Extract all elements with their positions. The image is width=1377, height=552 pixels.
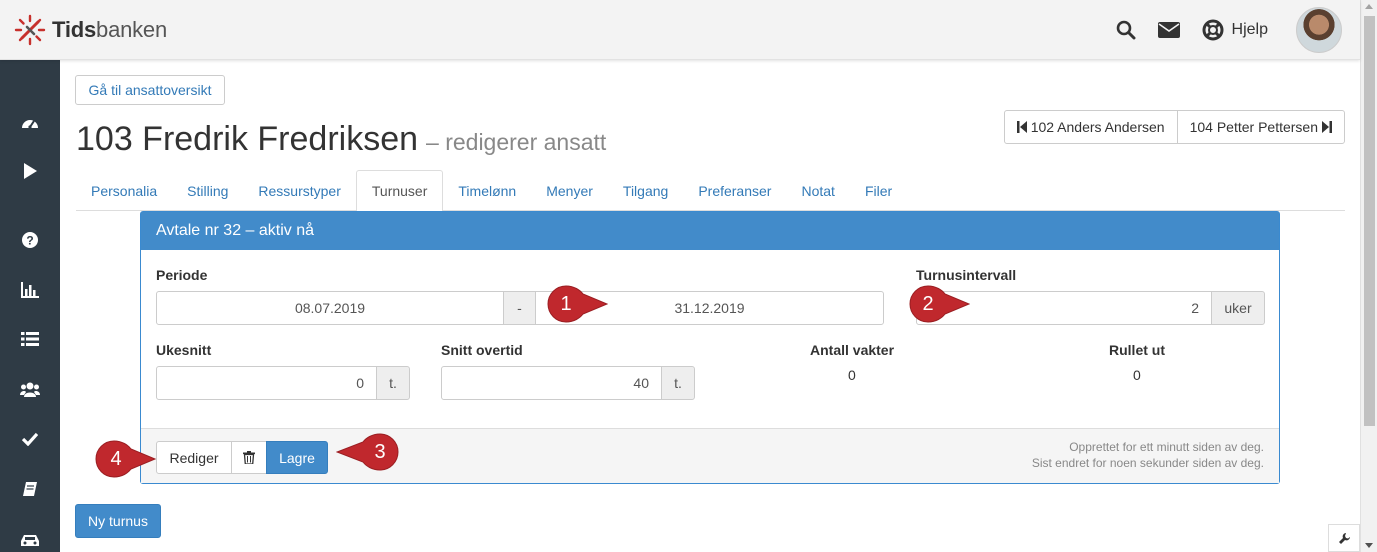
period-label: Periode [156, 267, 208, 283]
save-button[interactable]: Lagre [266, 441, 328, 474]
next-employee-button[interactable]: 104 Petter Pettersen [1176, 111, 1344, 143]
users-icon[interactable] [20, 379, 40, 399]
new-rota-button[interactable]: Ny turnus [75, 504, 161, 538]
callout-2: 2 [908, 284, 970, 324]
scroll-up-arrow[interactable] [1365, 4, 1373, 9]
prev-employee-label: 102 Anders Andersen [1030, 119, 1165, 135]
tab-personalia[interactable]: Personalia [76, 170, 172, 211]
agreement-footer: Rediger Lagre Opprettet for ett minutt s… [141, 428, 1279, 483]
settings-tool-button[interactable] [1328, 524, 1360, 552]
tab-filer[interactable]: Filer [850, 170, 907, 211]
weekly-average-input[interactable]: 0 [156, 366, 377, 400]
bar-chart-icon[interactable] [20, 280, 40, 300]
svg-text:?: ? [26, 234, 33, 248]
back-to-overview-button[interactable]: Gå til ansattoversikt [75, 75, 225, 105]
wrench-icon [1338, 532, 1350, 544]
tab-notat[interactable]: Notat [786, 170, 849, 211]
logo-text: Tidsbanken [52, 17, 168, 42]
top-bar: Tidsbanken Hjelp [0, 0, 1360, 60]
vertical-scrollbar[interactable] [1360, 0, 1377, 552]
check-icon[interactable] [20, 429, 40, 449]
question-icon[interactable]: ? [20, 230, 40, 250]
help-button[interactable]: Hjelp [1202, 19, 1268, 41]
tab-stilling[interactable]: Stilling [172, 170, 243, 211]
car-icon[interactable] [20, 530, 40, 550]
search-icon[interactable] [1116, 20, 1136, 40]
tab-tilgang[interactable]: Tilgang [608, 170, 683, 211]
trash-icon [243, 451, 255, 464]
tab-menyer[interactable]: Menyer [531, 170, 608, 211]
avg-overtime-input[interactable]: 40 [441, 366, 662, 400]
avg-overtime-label: Snitt overtid [441, 342, 523, 358]
callout-4: 4 [92, 439, 156, 479]
rota-interval-label: Turnusintervall [916, 267, 1017, 283]
top-right-tools: Hjelp [1116, 0, 1360, 60]
dashboard-icon[interactable] [20, 112, 40, 132]
employee-tabs: Personalia Stilling Ressurstyper Turnuse… [76, 170, 1345, 212]
callout-3: 3 [336, 432, 400, 472]
employee-pager: 102 Anders Andersen 104 Petter Pettersen [1003, 110, 1345, 144]
employee-name: 103 Fredrik Fredriksen [76, 120, 419, 158]
tab-timelonn[interactable]: Timelønn [443, 170, 531, 211]
agreement-panel: Avtale nr 32 – aktiv nå Periode 08.07.20… [140, 211, 1280, 484]
play-icon[interactable] [20, 161, 40, 181]
list-icon[interactable] [20, 329, 40, 349]
scroll-thumb[interactable] [1364, 16, 1375, 426]
rota-interval-unit: uker [1211, 291, 1265, 325]
tab-preferanser[interactable]: Preferanser [683, 170, 786, 211]
callout-1: 1 [546, 284, 608, 324]
delete-button[interactable] [231, 441, 267, 474]
book-icon[interactable] [20, 479, 40, 499]
step-forward-icon [1322, 121, 1332, 133]
help-label: Hjelp [1231, 21, 1268, 38]
shift-count-label: Antall vakter [810, 342, 895, 358]
scroll-down-arrow[interactable] [1365, 543, 1373, 548]
step-backward-icon [1016, 121, 1027, 133]
envelope-icon[interactable] [1157, 22, 1180, 38]
lifebuoy-icon [1202, 19, 1224, 41]
tab-turnuser[interactable]: Turnuser [355, 170, 444, 212]
logo-icon [14, 14, 46, 46]
page-title: 103 Fredrik Fredriksen – redigerer ansatt [76, 120, 606, 159]
edited-note: Sist endret for noen sekunder siden av d… [1031, 456, 1264, 470]
period-from-input[interactable]: 08.07.2019 [156, 291, 504, 325]
weekly-average-unit: t. [376, 366, 410, 400]
rolled-out-value: 0 [1133, 367, 1141, 383]
logo[interactable]: Tidsbanken [14, 14, 167, 46]
rolled-out-label: Rullet ut [1109, 342, 1165, 358]
avatar[interactable] [1296, 7, 1342, 53]
period-separator: - [503, 291, 536, 325]
avg-overtime-unit: t. [661, 366, 695, 400]
page-subtitle: – redigerer ansatt [426, 129, 607, 155]
shift-count-value: 0 [848, 367, 856, 383]
prev-employee-button[interactable]: 102 Anders Andersen [1005, 111, 1177, 143]
tab-ressurstyper[interactable]: Ressurstyper [243, 170, 355, 211]
weekly-average-label: Ukesnitt [156, 342, 212, 358]
sidebar: ? [0, 60, 60, 552]
next-employee-label: 104 Petter Pettersen [1189, 119, 1318, 135]
created-note: Opprettet for ett minutt siden av deg. [1069, 440, 1264, 454]
agreement-header: Avtale nr 32 – aktiv nå [141, 212, 1279, 250]
edit-button[interactable]: Rediger [156, 441, 232, 474]
